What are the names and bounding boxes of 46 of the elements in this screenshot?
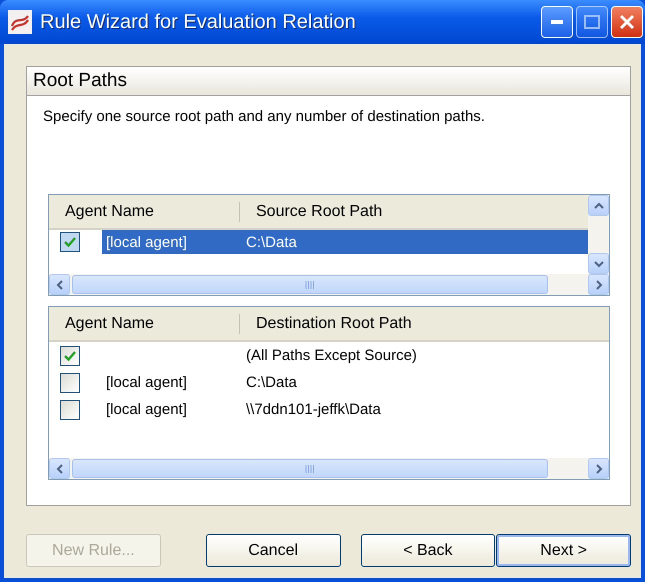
checkmark-icon — [64, 350, 76, 362]
scrollbar-thumb[interactable] — [72, 275, 548, 294]
agent-name: [local agent] — [106, 234, 187, 250]
scroll-up-button[interactable] — [588, 195, 609, 216]
scroll-right-button[interactable] — [588, 458, 609, 479]
scroll-left-button[interactable] — [49, 274, 70, 295]
checkbox[interactable] — [60, 400, 80, 420]
checkmark-icon — [64, 236, 76, 248]
dialog-button[interactable]: Cancel — [206, 534, 340, 567]
close-button[interactable] — [611, 6, 643, 38]
checkbox[interactable] — [60, 346, 80, 366]
root-path: (All Paths Except Source) — [245, 347, 417, 364]
list-row[interactable]: [local agent] C:\Data — [102, 230, 588, 254]
column-heading[interactable]: Destination Root Path — [240, 314, 540, 332]
agent-name: [local agent] — [106, 374, 187, 391]
dialog-button[interactable]: < Back — [360, 534, 496, 567]
grip-icon — [305, 464, 315, 472]
scroll-right-button[interactable] — [588, 274, 609, 295]
scroll-down-button[interactable] — [588, 253, 609, 274]
column-heading[interactable]: Agent Name — [49, 202, 239, 220]
scrollbar-thumb[interactable] — [72, 459, 548, 478]
minimize-icon — [551, 20, 563, 24]
checkbox[interactable] — [60, 232, 80, 252]
dialog-button[interactable]: Next > — [496, 534, 631, 567]
list-row[interactable]: [local agent] \\7ddn101-jeffk\Data — [102, 396, 609, 423]
root-path: \\7ddn101-jeffk\Data — [245, 401, 381, 418]
window-title: Rule Wizard for Evaluation Relation — [40, 10, 357, 34]
root-path: C:\Data — [245, 374, 297, 391]
list-row[interactable]: (All Paths Except Source) — [102, 342, 609, 369]
close-icon — [619, 14, 635, 30]
root-path: C:\Data — [245, 234, 297, 250]
maximize-icon — [584, 15, 600, 29]
maximize-button[interactable] — [576, 6, 608, 38]
list-view[interactable]: Agent Name Source Root Path [local agent] C:\Data — [48, 194, 610, 296]
app-logo-icon — [8, 10, 32, 34]
list-view[interactable]: Agent Name Destination Root Path (All Paths Except Source) [local agent] C:\Data [local agent] \\7ddn101-jeffk\Data — [48, 306, 610, 480]
agent-name: [local agent] — [106, 401, 187, 418]
list-row[interactable]: [local agent] C:\Data — [102, 369, 609, 396]
instruction-text: Specify one source root path and any number of destination paths. — [43, 108, 486, 127]
scroll-left-button[interactable] — [49, 458, 70, 479]
column-heading[interactable]: Agent Name — [49, 314, 239, 332]
checkbox[interactable] — [60, 372, 80, 392]
page-title: Root Paths — [27, 67, 630, 96]
grip-icon — [305, 280, 315, 288]
column-heading[interactable]: Source Root Path — [240, 202, 540, 220]
minimize-button[interactable] — [541, 6, 573, 38]
